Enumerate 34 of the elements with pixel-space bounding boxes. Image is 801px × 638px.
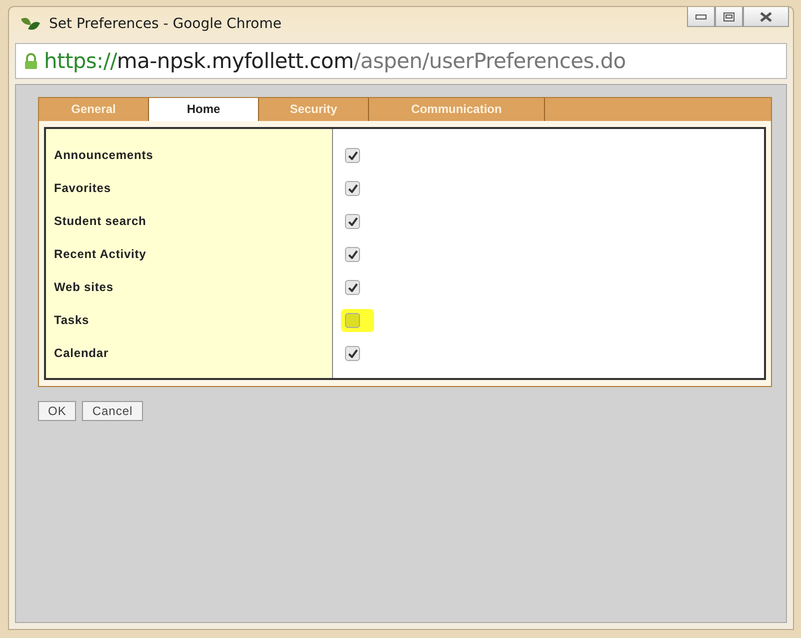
url-text: https://ma-npsk.myfollett.com/aspen/userPreferences.do [44, 49, 626, 73]
checkmark-icon [348, 250, 358, 259]
checkmark-icon [348, 217, 358, 226]
minimize-button[interactable] [687, 7, 715, 27]
checkmark-icon [348, 184, 358, 193]
option-label: Web sites [54, 279, 114, 296]
address-bar[interactable]: https://ma-npsk.myfollett.com/aspen/userPreferences.do [15, 43, 787, 79]
checkbox[interactable] [345, 247, 360, 262]
option-label: Tasks [54, 312, 90, 329]
tab[interactable]: Home [149, 98, 259, 121]
option-label: Recent Activity [54, 246, 148, 263]
ok-button[interactable]: OK [38, 401, 76, 421]
option-label: Calendar [54, 345, 110, 362]
close-button[interactable] [743, 7, 789, 27]
maximize-icon [723, 12, 735, 22]
window-title: Set Preferences - Google Chrome [49, 16, 282, 32]
option-label: Favorites [54, 180, 112, 197]
checkmark-icon [348, 151, 358, 160]
padlock-icon [24, 52, 38, 70]
option-label: Student search [54, 213, 148, 230]
maximize-button[interactable] [715, 7, 743, 27]
checkbox[interactable] [345, 346, 360, 361]
cancel-button[interactable]: Cancel [82, 401, 143, 421]
minimize-icon [695, 14, 707, 20]
checkmark-icon [348, 283, 358, 292]
checkbox[interactable] [345, 280, 360, 295]
checkbox[interactable] [345, 148, 360, 163]
leaf-icon [19, 15, 41, 33]
close-icon [759, 10, 773, 22]
checkbox[interactable] [345, 181, 360, 196]
checkbox[interactable] [345, 313, 360, 328]
checkbox[interactable] [345, 214, 360, 229]
option-label: Announcements [54, 147, 154, 164]
checkmark-icon [348, 349, 358, 358]
